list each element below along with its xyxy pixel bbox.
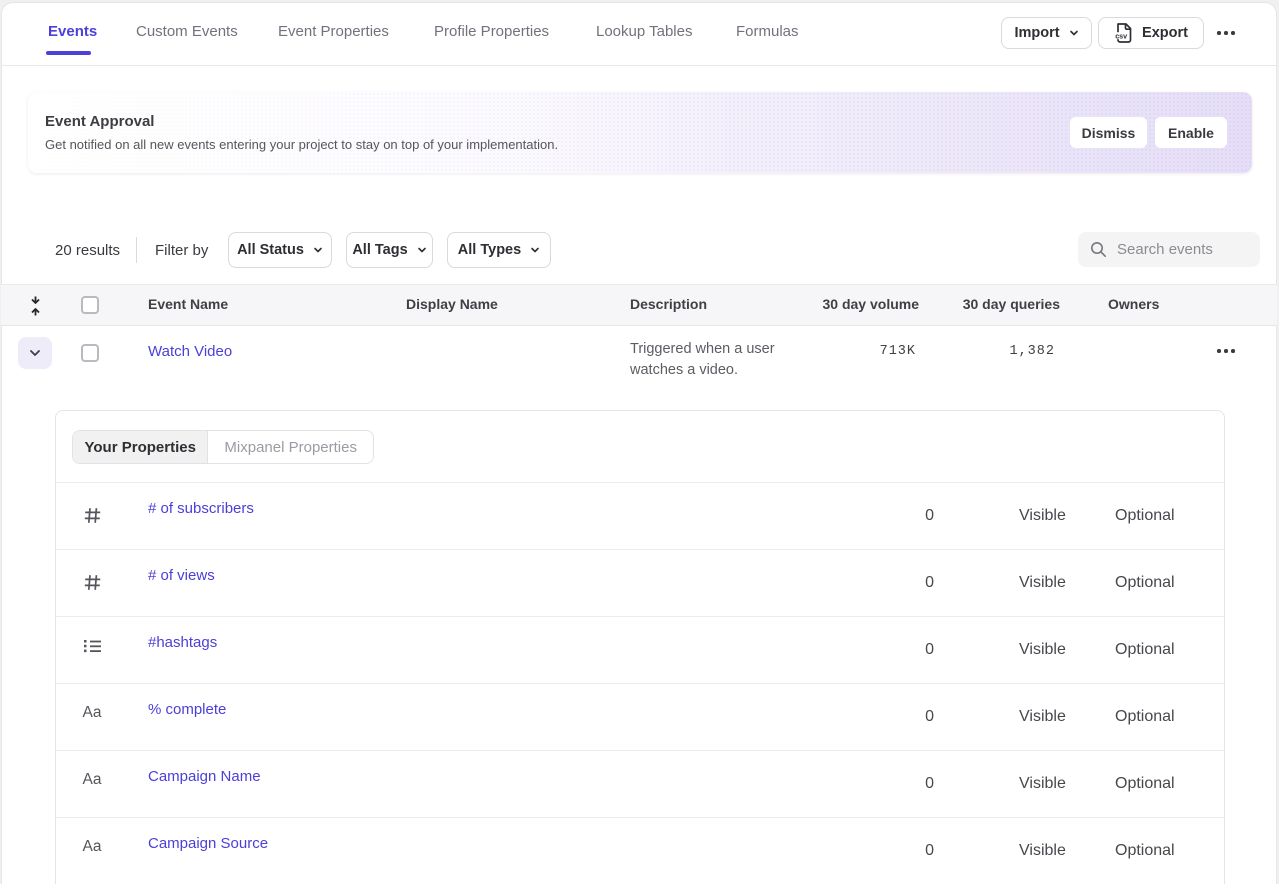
svg-text:csv: csv: [1115, 31, 1127, 40]
